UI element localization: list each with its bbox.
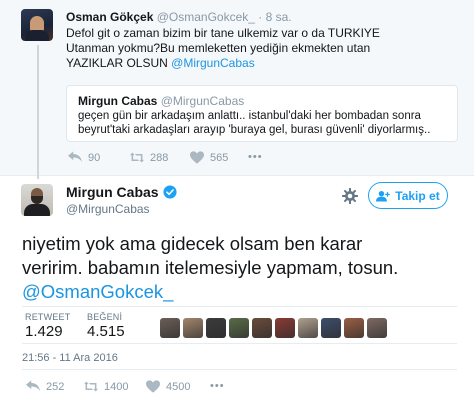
liker-avatar[interactable] bbox=[321, 318, 341, 338]
author-name[interactable]: Osman Gökçek bbox=[66, 10, 153, 24]
like-stat-value: 4.515 bbox=[87, 323, 125, 340]
retweet-count: 1400 bbox=[104, 380, 129, 393]
quoted-tweet-text: geçen gün bir arkadaşım anlattı.. istanb… bbox=[78, 109, 450, 137]
reply-count: 90 bbox=[88, 151, 101, 164]
retweet-button[interactable]: 288 bbox=[130, 151, 168, 164]
like-button[interactable]: 4500 bbox=[146, 380, 190, 393]
heart-icon bbox=[190, 151, 204, 164]
liker-avatar[interactable] bbox=[298, 318, 318, 338]
text-line: Utanman yokmu?Bu memleketten yediğin ekm… bbox=[66, 41, 371, 55]
like-count: 565 bbox=[210, 151, 229, 164]
retweet-button[interactable]: 1400 bbox=[84, 380, 128, 393]
text-line: veririm. babamın itelemesiyle yapmam, to… bbox=[22, 257, 399, 278]
reply-icon bbox=[26, 380, 40, 391]
text-line: Defol git o zaman bizim bir tane ulkemiz… bbox=[66, 26, 380, 40]
mention-link[interactable]: @MirgunCabas bbox=[171, 56, 255, 70]
liker-avatar[interactable] bbox=[275, 318, 295, 338]
like-count: 4500 bbox=[166, 380, 191, 393]
liker-avatar[interactable] bbox=[344, 318, 364, 338]
liker-avatar[interactable] bbox=[229, 318, 249, 338]
follow-button[interactable]: Takip et bbox=[368, 182, 448, 209]
text-fragment: YAZIKLAR OLSUN bbox=[66, 56, 172, 70]
retweet-icon bbox=[84, 381, 98, 392]
reply-button[interactable]: 252 bbox=[26, 380, 64, 393]
author-name-row[interactable]: Mirgun Cabas bbox=[66, 184, 177, 200]
reply-icon bbox=[68, 151, 82, 162]
mention-link[interactable]: @OsmanGokcek_ bbox=[22, 280, 462, 304]
tweet-time[interactable]: 8 sa. bbox=[266, 10, 292, 24]
avatar-body bbox=[24, 204, 50, 216]
author-handle[interactable]: @OsmanGokcek_ bbox=[157, 10, 255, 24]
gear-icon[interactable] bbox=[342, 188, 358, 204]
reply-count: 252 bbox=[46, 380, 65, 393]
quoted-author-handle: @MirgunCabas bbox=[160, 94, 245, 108]
retweet-stat-label: RETWEET bbox=[25, 312, 71, 322]
avatar[interactable] bbox=[21, 184, 53, 216]
text-line: niyetim yok ama gidecek olsam ben karar bbox=[22, 233, 363, 254]
divider bbox=[22, 369, 457, 370]
like-stat-label: BEĞENİ bbox=[87, 312, 123, 322]
more-icon: ••• bbox=[210, 380, 225, 392]
quoted-tweet-header: Mirgun Cabas @MirgunCabas bbox=[78, 94, 244, 108]
parent-tweet-header: Osman Gökçek @OsmanGokcek_ · 8 sa. bbox=[66, 10, 292, 24]
avatar[interactable] bbox=[21, 9, 53, 41]
like-stat[interactable]: BEĞENİ 4.515 bbox=[87, 312, 125, 340]
retweet-count: 288 bbox=[150, 151, 169, 164]
text-line: beyrut'taki arkadaşları arayıp 'buraya g… bbox=[78, 124, 431, 136]
author-name[interactable]: Mirgun Cabas bbox=[66, 184, 159, 200]
avatar-body bbox=[25, 30, 49, 41]
liker-avatar[interactable] bbox=[367, 318, 387, 338]
avatar-beard bbox=[31, 196, 43, 204]
separator-dot: · bbox=[258, 10, 263, 24]
more-options-button[interactable]: ••• bbox=[248, 151, 263, 163]
thread-connector-line bbox=[37, 45, 39, 179]
retweet-icon bbox=[130, 152, 144, 163]
text-line: YAZIKLAR OLSUN @MirgunCabas bbox=[66, 56, 456, 71]
verified-badge-icon bbox=[163, 185, 177, 199]
parent-tweet[interactable]: Osman Gökçek @OsmanGokcek_ · 8 sa. Defol… bbox=[0, 0, 474, 179]
reply-button[interactable]: 90 bbox=[68, 151, 100, 164]
tweet-timestamp[interactable]: 21:56 - 11 Ara 2016 bbox=[22, 352, 118, 364]
divider bbox=[22, 306, 457, 307]
add-user-icon bbox=[376, 190, 391, 201]
liker-avatar[interactable] bbox=[160, 318, 180, 338]
text-line: geçen gün bir arkadaşım anlattı.. istanb… bbox=[78, 110, 421, 122]
more-options-button[interactable]: ••• bbox=[210, 380, 225, 392]
quoted-tweet[interactable]: Mirgun Cabas @MirgunCabas geçen gün bir … bbox=[66, 85, 458, 142]
divider bbox=[22, 343, 457, 344]
more-icon: ••• bbox=[248, 151, 263, 163]
liker-avatar[interactable] bbox=[183, 318, 203, 338]
follow-label: Takip et bbox=[395, 188, 440, 203]
heart-icon bbox=[146, 380, 160, 393]
author-handle[interactable]: @MirgunCabas bbox=[66, 202, 150, 216]
retweet-stat-value: 1.429 bbox=[25, 323, 63, 340]
main-tweet-text: niyetim yok ama gidecek olsam ben karar … bbox=[22, 232, 462, 304]
liker-avatars bbox=[160, 318, 387, 338]
parent-tweet-text: Defol git o zaman bizim bir tane ulkemiz… bbox=[66, 26, 456, 71]
like-button[interactable]: 565 bbox=[190, 151, 228, 164]
quoted-author-name: Mirgun Cabas bbox=[78, 94, 158, 108]
liker-avatar[interactable] bbox=[206, 318, 226, 338]
liker-avatar[interactable] bbox=[252, 318, 272, 338]
retweet-stat[interactable]: RETWEET 1.429 bbox=[25, 312, 70, 340]
